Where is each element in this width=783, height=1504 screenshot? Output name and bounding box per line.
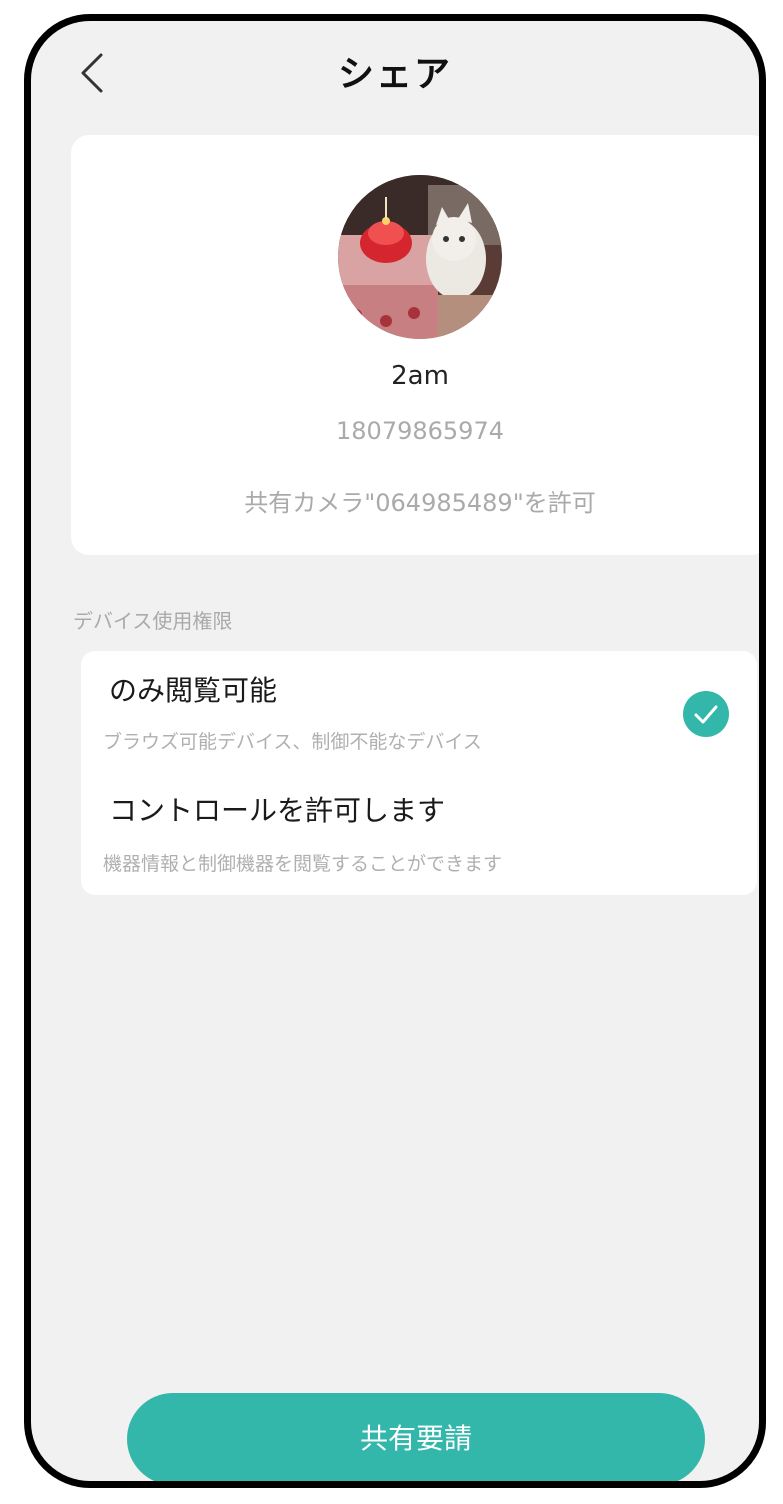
user-name: 2am — [391, 361, 449, 391]
user-phone: 18079865974 — [336, 417, 504, 445]
nav-bar: シェア — [31, 21, 759, 121]
share-request-button[interactable]: 共有要請 — [127, 1393, 705, 1481]
option-title: コントロールを許可します — [109, 794, 446, 827]
option-title: のみ閲覧可能 — [109, 674, 278, 707]
phone-frame: シェア 2am 18079865974 共有カメラ"064985489"を許可 … — [24, 14, 766, 1488]
avatar — [338, 175, 502, 339]
option-description: ブラウズ可能デバイス、制御不能なデバイス — [103, 731, 482, 753]
permissions-card: のみ閲覧可能 ブラウズ可能デバイス、制御不能なデバイス コントロールを許可します… — [81, 651, 757, 895]
profile-card: 2am 18079865974 共有カメラ"064985489"を許可 — [71, 135, 759, 555]
check-circle-icon — [683, 691, 729, 737]
option-view-only[interactable]: のみ閲覧可能 ブラウズ可能デバイス、制御不能なデバイス — [81, 651, 757, 771]
option-description: 機器情報と制御機器を閲覧することができます — [103, 853, 503, 875]
page-title: シェア — [337, 54, 452, 95]
option-allow-control[interactable]: コントロールを許可します 機器情報と制御機器を閲覧することができます — [81, 771, 757, 891]
section-label-device-permissions: デバイス使用権限 — [73, 609, 233, 633]
share-camera-note: 共有カメラ"064985489"を許可 — [244, 489, 596, 517]
